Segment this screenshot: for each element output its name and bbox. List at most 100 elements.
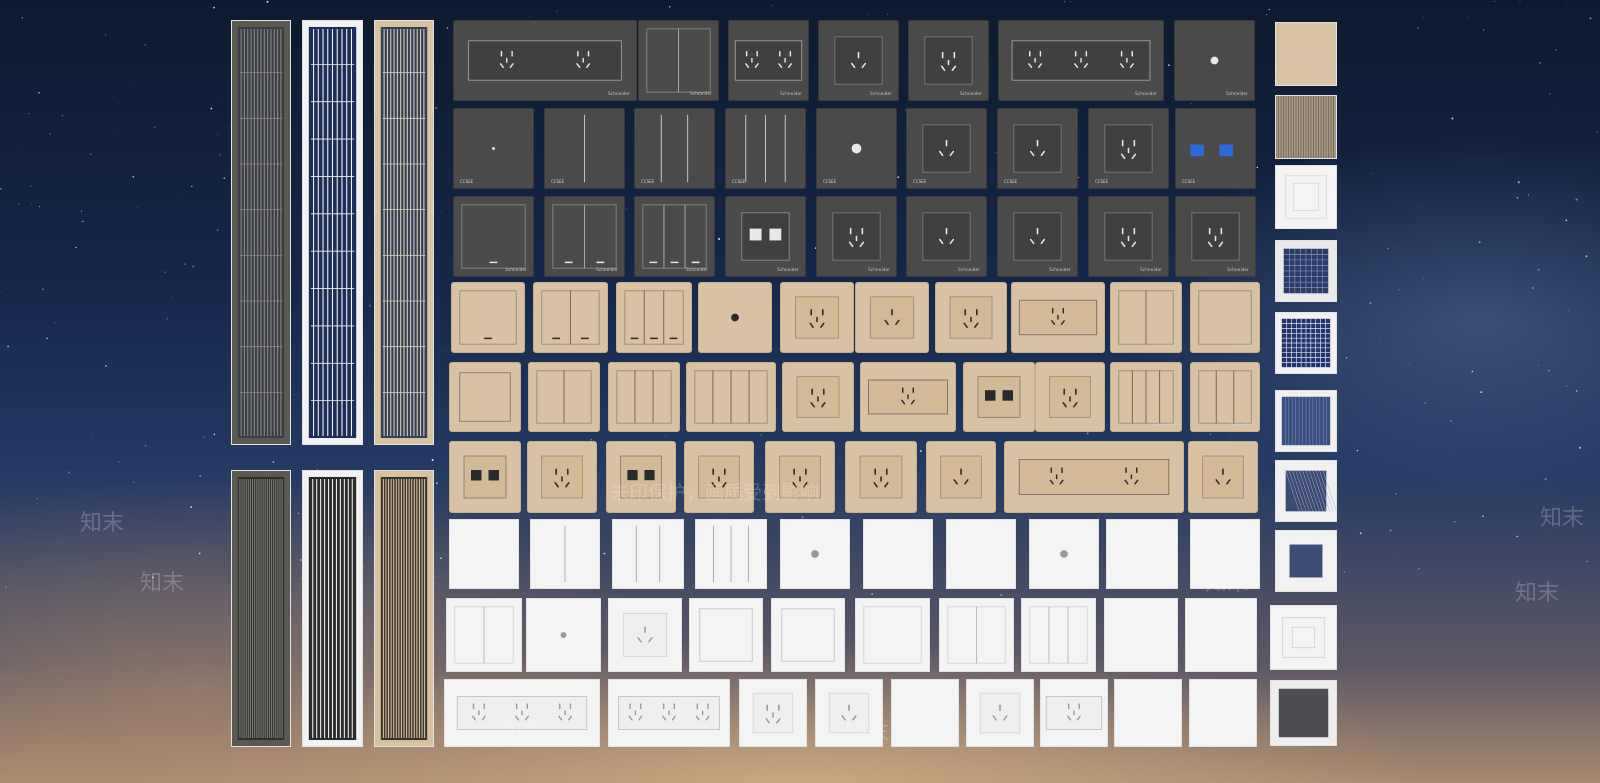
model-code-label: CCSEE: [1004, 179, 1018, 184]
brand-label: Schneider: [870, 91, 892, 96]
gold-switch-panel: [684, 441, 754, 513]
finish-sample: [1275, 22, 1337, 86]
vent-grille-white: [302, 20, 363, 445]
brand-label: Schneider: [608, 91, 630, 96]
dark-switch-panel: Schneider: [725, 196, 806, 277]
white-switch-panel: [608, 598, 682, 672]
gold-switch-panel: [860, 362, 956, 432]
finish-sample: [1270, 680, 1337, 746]
vent-grille-gray: [231, 20, 291, 445]
dark-switch-panel: Schneider: [818, 20, 899, 101]
gold-switch-panel: [606, 441, 676, 513]
brand-label: Schneider: [1226, 91, 1248, 96]
white-switch-panel: [739, 679, 807, 747]
gold-switch-panel: Schneider: [1190, 362, 1260, 432]
white-switch-panel: [1029, 519, 1099, 589]
finish-sample: [1275, 460, 1337, 522]
gold-switch-panel: [1188, 441, 1258, 513]
dark-switch-panel: CCSEE: [725, 108, 806, 189]
brand-label: Schneider: [777, 267, 799, 272]
finish-sample: [1270, 605, 1337, 670]
dark-switch-panel: Schneider: [453, 196, 534, 277]
gold-switch-panel: [533, 282, 608, 353]
dark-switch-panel: Schneider: [906, 196, 987, 277]
dark-switch-panel: Schneider: [908, 20, 989, 101]
brand-label: Schneider: [958, 267, 980, 272]
gold-switch-panel: [845, 441, 917, 513]
finish-sample: [1275, 530, 1337, 592]
white-switch-panel: [612, 519, 684, 589]
brand-label: Schneider: [1231, 343, 1253, 348]
white-switch-panel: [526, 598, 601, 672]
finish-sample: [1275, 240, 1337, 302]
vent-grille-white: [302, 470, 363, 747]
white-switch-panel: [446, 598, 522, 672]
vent-grille-gray: [231, 470, 291, 747]
white-switch-panel: [863, 519, 933, 589]
white-switch-panel: [855, 598, 930, 672]
gold-switch-panel: [686, 362, 776, 432]
brand-label: Schneider: [868, 267, 890, 272]
gold-switch-panel: [608, 362, 680, 432]
dark-switch-panel: Schneider: [997, 196, 1078, 277]
model-code-label: CCSEE: [1095, 179, 1109, 184]
brand-label: Schneider: [596, 267, 618, 272]
vent-grille-gold: [374, 470, 434, 747]
brand-label: Schneider: [780, 91, 802, 96]
dark-switch-panel: Schneider: [1174, 20, 1255, 101]
gold-switch-panel: [765, 441, 835, 513]
model-code-label: CCSEE: [823, 179, 837, 184]
white-switch-panel: [1190, 519, 1260, 589]
white-switch-panel: [815, 679, 883, 747]
dark-switch-panel: Schneider: [453, 20, 637, 101]
gold-switch-panel: [1035, 362, 1105, 432]
dark-switch-panel: Schneider: [998, 20, 1164, 101]
white-switch-panel: [449, 519, 519, 589]
white-switch-panel: [608, 679, 730, 747]
brand-label: Schneider: [1140, 267, 1162, 272]
brand-label: Schneider: [1153, 343, 1175, 348]
brand-label: Schneider: [1153, 422, 1175, 427]
dark-switch-panel: CCSEE: [1088, 108, 1169, 189]
white-switch-panel: [1040, 679, 1108, 747]
gold-switch-panel: Schneider: [1190, 282, 1260, 353]
brand-label: Schneider: [960, 91, 982, 96]
brand-label: Schneider: [505, 267, 527, 272]
brand-label: Schneider: [690, 91, 712, 96]
brand-label: Schneider: [686, 267, 708, 272]
finish-sample: [1275, 312, 1337, 374]
white-switch-panel: [695, 519, 767, 589]
gold-switch-panel: [616, 282, 692, 353]
gold-switch-panel: [449, 441, 521, 513]
gold-switch-panel: [782, 362, 854, 432]
dark-switch-panel: CCSEE: [634, 108, 715, 189]
vent-grille-gold: [374, 20, 434, 445]
dark-switch-panel: Schneider: [544, 196, 625, 277]
gold-switch-panel: [528, 362, 600, 432]
white-switch-panel: [1189, 679, 1257, 747]
gold-switch-panel: [1004, 441, 1184, 513]
gold-switch-panel: [698, 282, 772, 353]
gold-switch-panel: [780, 282, 854, 353]
dark-switch-panel: Schneider: [816, 196, 897, 277]
gold-switch-panel: [527, 441, 597, 513]
dark-switch-panel: CCSEE: [906, 108, 987, 189]
dark-switch-panel: Schneider: [634, 196, 715, 277]
brand-label: Schneider: [1231, 422, 1253, 427]
gold-switch-panel: Schneider: [1110, 282, 1182, 353]
dark-switch-panel: CCSEE: [816, 108, 897, 189]
white-switch-panel: [1106, 519, 1178, 589]
model-code-label: CCSEE: [732, 179, 746, 184]
white-switch-panel: [1185, 598, 1257, 672]
white-switch-panel: [891, 679, 959, 747]
gold-switch-panel: [926, 441, 996, 513]
dark-switch-panel: CCSEE: [453, 108, 534, 189]
white-switch-panel: [689, 598, 763, 672]
model-code-label: CCSEE: [460, 179, 474, 184]
gold-switch-panel: [1011, 282, 1105, 353]
white-switch-panel: [1104, 598, 1178, 672]
finish-sample: [1275, 95, 1337, 159]
dark-switch-panel: CCSEE: [544, 108, 625, 189]
gold-switch-panel: [935, 282, 1007, 353]
finish-sample: [1275, 390, 1337, 452]
